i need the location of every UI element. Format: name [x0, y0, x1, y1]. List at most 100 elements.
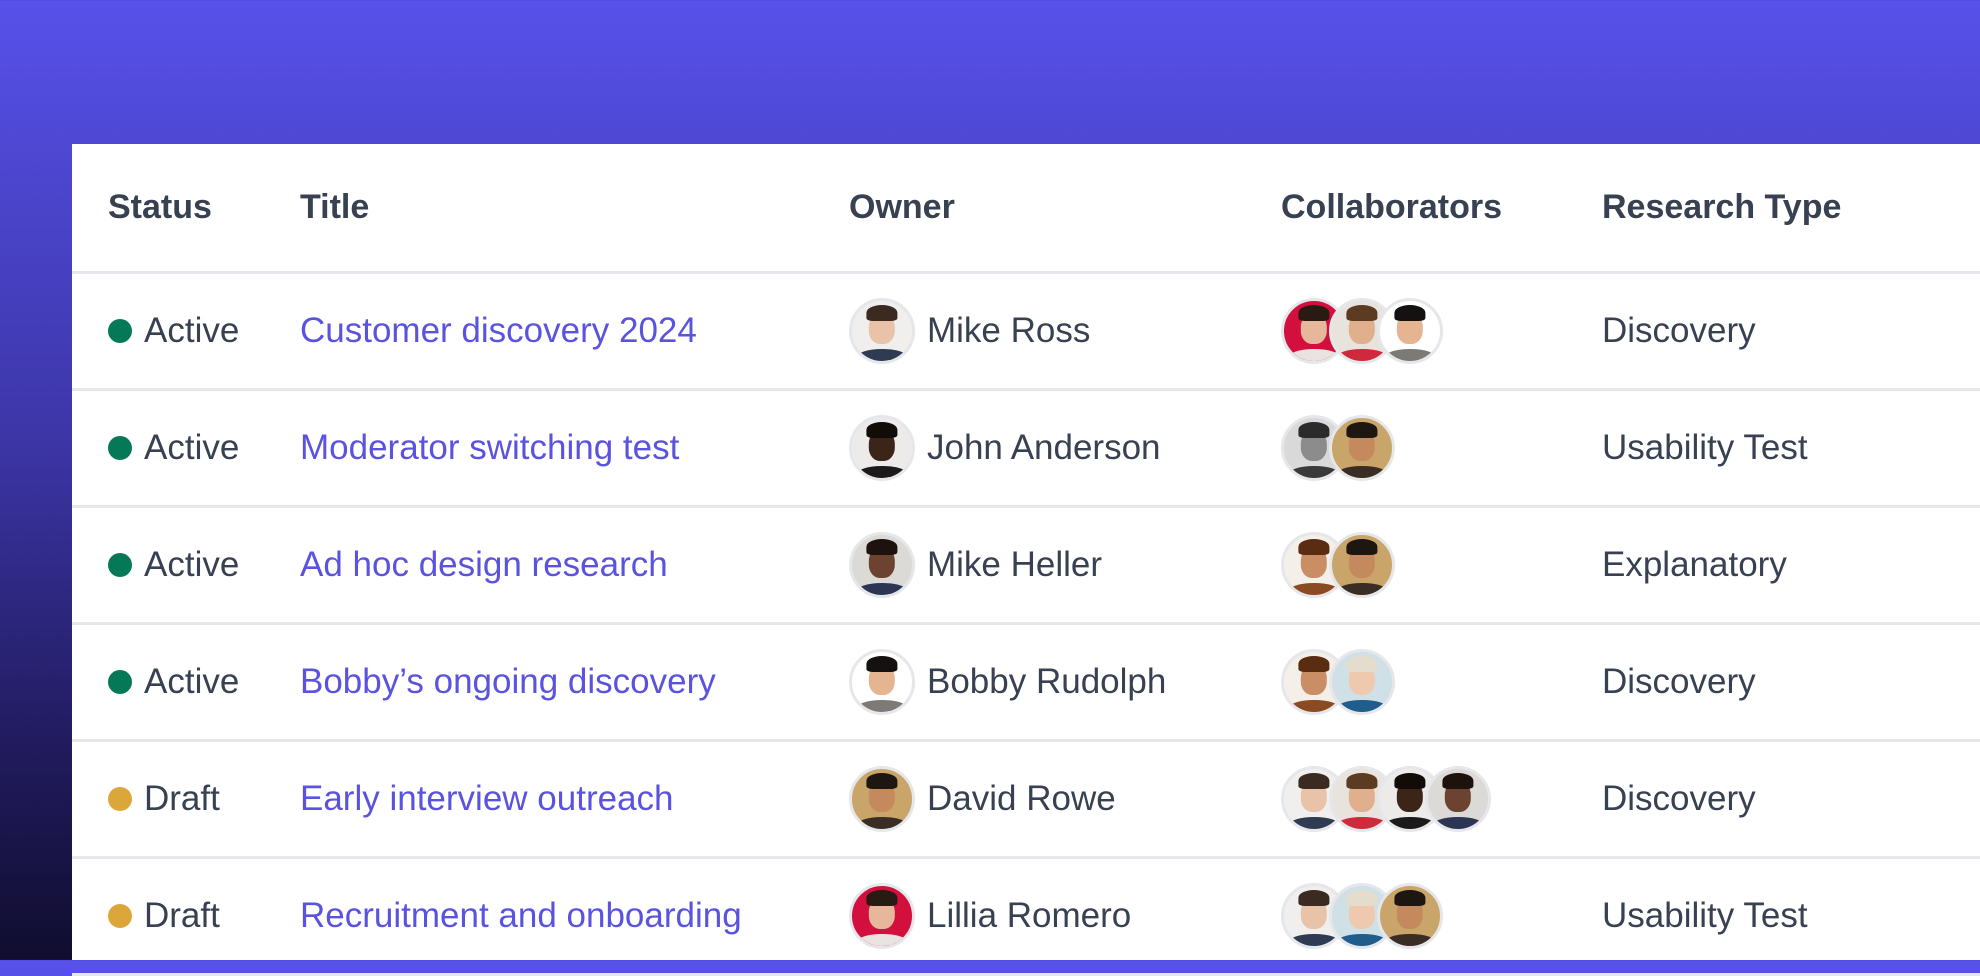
avatar-hair-shape [866, 539, 898, 555]
status-badge: Active [108, 428, 300, 468]
status-label: Active [144, 427, 240, 467]
avatar-hair-shape [1298, 656, 1330, 672]
column-header-collaborators[interactable]: Collaborators [1281, 144, 1602, 272]
avatar-body-shape [1336, 582, 1388, 595]
column-header-status[interactable]: Status [72, 144, 300, 272]
avatar-body-shape [1336, 348, 1388, 361]
avatar-hair-shape [866, 773, 898, 789]
owner-cell: Bobby Rudolph [849, 623, 1281, 740]
avatar-body-shape [1288, 816, 1340, 829]
status-cell: Active [72, 389, 300, 506]
owner-avatar[interactable] [849, 414, 915, 481]
project-title-link[interactable]: Bobby’s ongoing discovery [300, 662, 716, 701]
column-header-owner[interactable]: Owner [849, 144, 1281, 272]
collaborator-avatar[interactable] [1377, 882, 1443, 949]
table-body: Active Customer discovery 2024 Mike Ross… [72, 272, 1980, 974]
research-type-label: Discovery [1602, 778, 1756, 818]
research-type-label: Discovery [1602, 661, 1756, 701]
avatar-hair-shape [1298, 422, 1330, 438]
project-title-link[interactable]: Moderator switching test [300, 428, 679, 467]
owner-name: Mike Heller [927, 544, 1103, 584]
table-header-row: Status Title Owner Collaborators Researc… [72, 144, 1980, 272]
research-type-label: Usability Test [1602, 427, 1808, 467]
status-badge: Active [108, 545, 300, 585]
avatar-hair-shape [1346, 890, 1378, 906]
avatar-hair-shape [1346, 656, 1378, 672]
status-dot-icon [108, 903, 132, 928]
avatar-body-shape [1384, 348, 1436, 361]
status-label: Active [144, 661, 240, 701]
avatar-hair-shape [1346, 773, 1378, 789]
status-badge: Draft [108, 779, 300, 819]
project-title-link[interactable]: Recruitment and onboarding [300, 896, 742, 935]
status-label: Draft [144, 778, 220, 818]
avatar-hair-shape [1298, 539, 1330, 555]
status-cell: Active [72, 272, 300, 389]
collaborator-avatar[interactable] [1329, 531, 1395, 598]
status-dot-icon [108, 669, 132, 694]
collaborator-avatar[interactable] [1377, 297, 1443, 364]
status-label: Active [144, 310, 240, 350]
project-title-link[interactable]: Early interview outreach [300, 779, 674, 818]
avatar-body-shape [856, 465, 908, 478]
research-projects-card: Status Title Owner Collaborators Researc… [72, 144, 1980, 974]
collaborators-cell [1281, 272, 1602, 389]
table-row[interactable]: Draft Early interview outreach David Row… [72, 740, 1980, 857]
collaborator-avatar[interactable] [1329, 648, 1395, 715]
status-dot-icon [108, 786, 132, 811]
collaborator-avatar-group [1281, 882, 1602, 949]
avatar-hair-shape [1442, 773, 1474, 789]
owner-avatar[interactable] [849, 648, 915, 715]
collaborator-avatar-group [1281, 297, 1602, 364]
status-cell: Draft [72, 857, 300, 974]
table-row[interactable]: Draft Recruitment and onboarding Lillia … [72, 857, 1980, 974]
status-badge: Active [108, 662, 300, 702]
avatar-hair-shape [1298, 773, 1330, 789]
collaborator-avatar[interactable] [1425, 765, 1491, 832]
owner: Mike Heller [849, 531, 1281, 598]
owner-avatar[interactable] [849, 882, 915, 949]
table-row[interactable]: Active Bobby’s ongoing discovery Bobby R… [72, 623, 1980, 740]
avatar-body-shape [1288, 933, 1340, 946]
status-label: Draft [144, 895, 220, 935]
owner-cell: Lillia Romero [849, 857, 1281, 974]
status-dot-icon [108, 318, 132, 343]
collaborator-avatar-group [1281, 414, 1602, 481]
owner-avatar[interactable] [849, 297, 915, 364]
owner-avatar[interactable] [849, 765, 915, 832]
collaborator-avatar[interactable] [1329, 414, 1395, 481]
status-badge: Draft [108, 896, 300, 936]
avatar-hair-shape [866, 656, 898, 672]
collaborators-cell [1281, 857, 1602, 974]
owner-cell: David Rowe [849, 740, 1281, 857]
avatar-hair-shape [1394, 773, 1426, 789]
avatar-body-shape [1432, 816, 1484, 829]
avatar-hair-shape [866, 422, 898, 438]
avatar-hair-shape [1394, 305, 1426, 321]
avatar-hair-shape [1394, 890, 1426, 906]
owner: David Rowe [849, 765, 1281, 832]
collaborator-avatar-group [1281, 765, 1602, 832]
avatar-body-shape [1288, 348, 1340, 361]
avatar-body-shape [1288, 465, 1340, 478]
table-row[interactable]: Active Ad hoc design research Mike Helle… [72, 506, 1980, 623]
owner-cell: John Anderson [849, 389, 1281, 506]
avatar-body-shape [856, 699, 908, 712]
research-type-cell: Discovery [1602, 740, 1980, 857]
table-row[interactable]: Active Customer discovery 2024 Mike Ross… [72, 272, 1980, 389]
project-title-link[interactable]: Customer discovery 2024 [300, 311, 697, 350]
research-type-cell: Explanatory [1602, 506, 1980, 623]
owner-name: John Anderson [927, 427, 1161, 467]
owner: Mike Ross [849, 297, 1281, 364]
title-cell: Ad hoc design research [300, 506, 849, 623]
status-cell: Draft [72, 740, 300, 857]
project-title-link[interactable]: Ad hoc design research [300, 545, 668, 584]
table-row[interactable]: Active Moderator switching test John And… [72, 389, 1980, 506]
column-header-title[interactable]: Title [300, 144, 849, 272]
avatar-body-shape [1336, 933, 1388, 946]
owner-avatar[interactable] [849, 531, 915, 598]
title-cell: Customer discovery 2024 [300, 272, 849, 389]
avatar-body-shape [1384, 816, 1436, 829]
column-header-research-type[interactable]: Research Type [1602, 144, 1980, 272]
status-cell: Active [72, 623, 300, 740]
